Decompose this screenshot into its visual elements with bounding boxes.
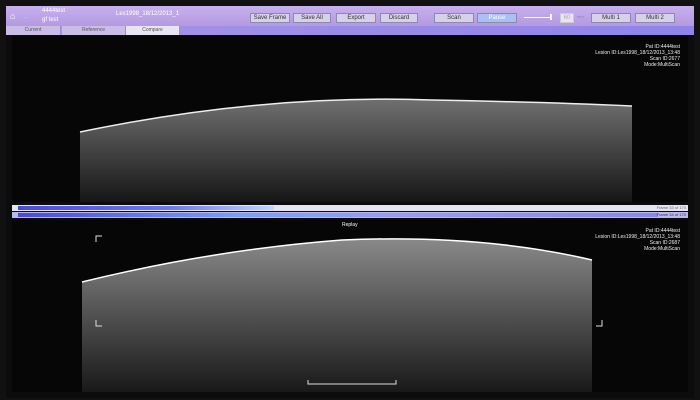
scan-button[interactable]: Scan xyxy=(434,13,474,23)
tab-reference[interactable]: Reference xyxy=(62,26,126,35)
tab-bar: Current Reference Compare xyxy=(6,26,694,35)
multi2-button[interactable]: Multi 2 xyxy=(635,13,675,23)
home-icon[interactable]: ⌂ xyxy=(10,11,15,21)
depth-input[interactable]: 60 xyxy=(560,13,574,23)
oct-scan-bottom xyxy=(81,235,603,392)
tab-current[interactable]: Current xyxy=(6,26,61,35)
oct-scan-top xyxy=(79,98,633,202)
depth-slider[interactable] xyxy=(524,14,552,20)
progress-fill xyxy=(18,206,274,210)
mode-label: Mode:MultiScan xyxy=(644,246,680,252)
save-all-button[interactable]: Save All xyxy=(293,13,331,23)
export-button[interactable]: Export xyxy=(336,13,376,23)
current-scan-image: Pat ID:4444test Lesion ID:Les1998_18/12/… xyxy=(12,36,688,202)
multi1-button[interactable]: Multi 1 xyxy=(591,13,631,23)
scan-info-bottom: Pat ID:4444test Lesion ID:Les1998_18/12/… xyxy=(595,228,680,252)
frame-label: Frame 34 of 170 xyxy=(656,212,686,217)
screen: ⌂ ← 4444test gf test Les1998_18/12/2013_… xyxy=(6,6,694,398)
frame-progress-2[interactable]: Frame 34 of 170 xyxy=(12,212,688,218)
replay-label: Replay xyxy=(342,222,358,228)
toolbar: ⌂ ← 4444test gf test Les1998_18/12/2013_… xyxy=(6,6,694,26)
back-arrow-icon[interactable]: ← xyxy=(22,11,31,21)
patient-id: 4444test xyxy=(42,8,66,14)
slider-thumb[interactable] xyxy=(550,14,552,20)
lesion-title: Les1998_18/12/2013_1 xyxy=(116,11,180,17)
mode-label: Mode:MultiScan xyxy=(644,62,680,68)
scan-info-top: Pat ID:4444test Lesion ID:Les1998_18/12/… xyxy=(595,44,680,68)
save-frame-button[interactable]: Save Frame xyxy=(250,13,290,23)
depth-unit: mm xyxy=(577,14,584,19)
tab-compare[interactable]: Compare xyxy=(126,26,180,35)
compare-scan-image: Replay Pat ID:4444test Lesion ID:Les1998… xyxy=(12,220,688,392)
frame-progress-1[interactable]: Frame 33 of 170 xyxy=(12,205,688,211)
patient-subtitle: gf test xyxy=(42,17,59,23)
frame-label: Frame 33 of 170 xyxy=(656,205,686,210)
discard-button[interactable]: Discard xyxy=(380,13,418,23)
pause-button[interactable]: Pause xyxy=(477,13,517,23)
progress-fill xyxy=(18,213,658,217)
